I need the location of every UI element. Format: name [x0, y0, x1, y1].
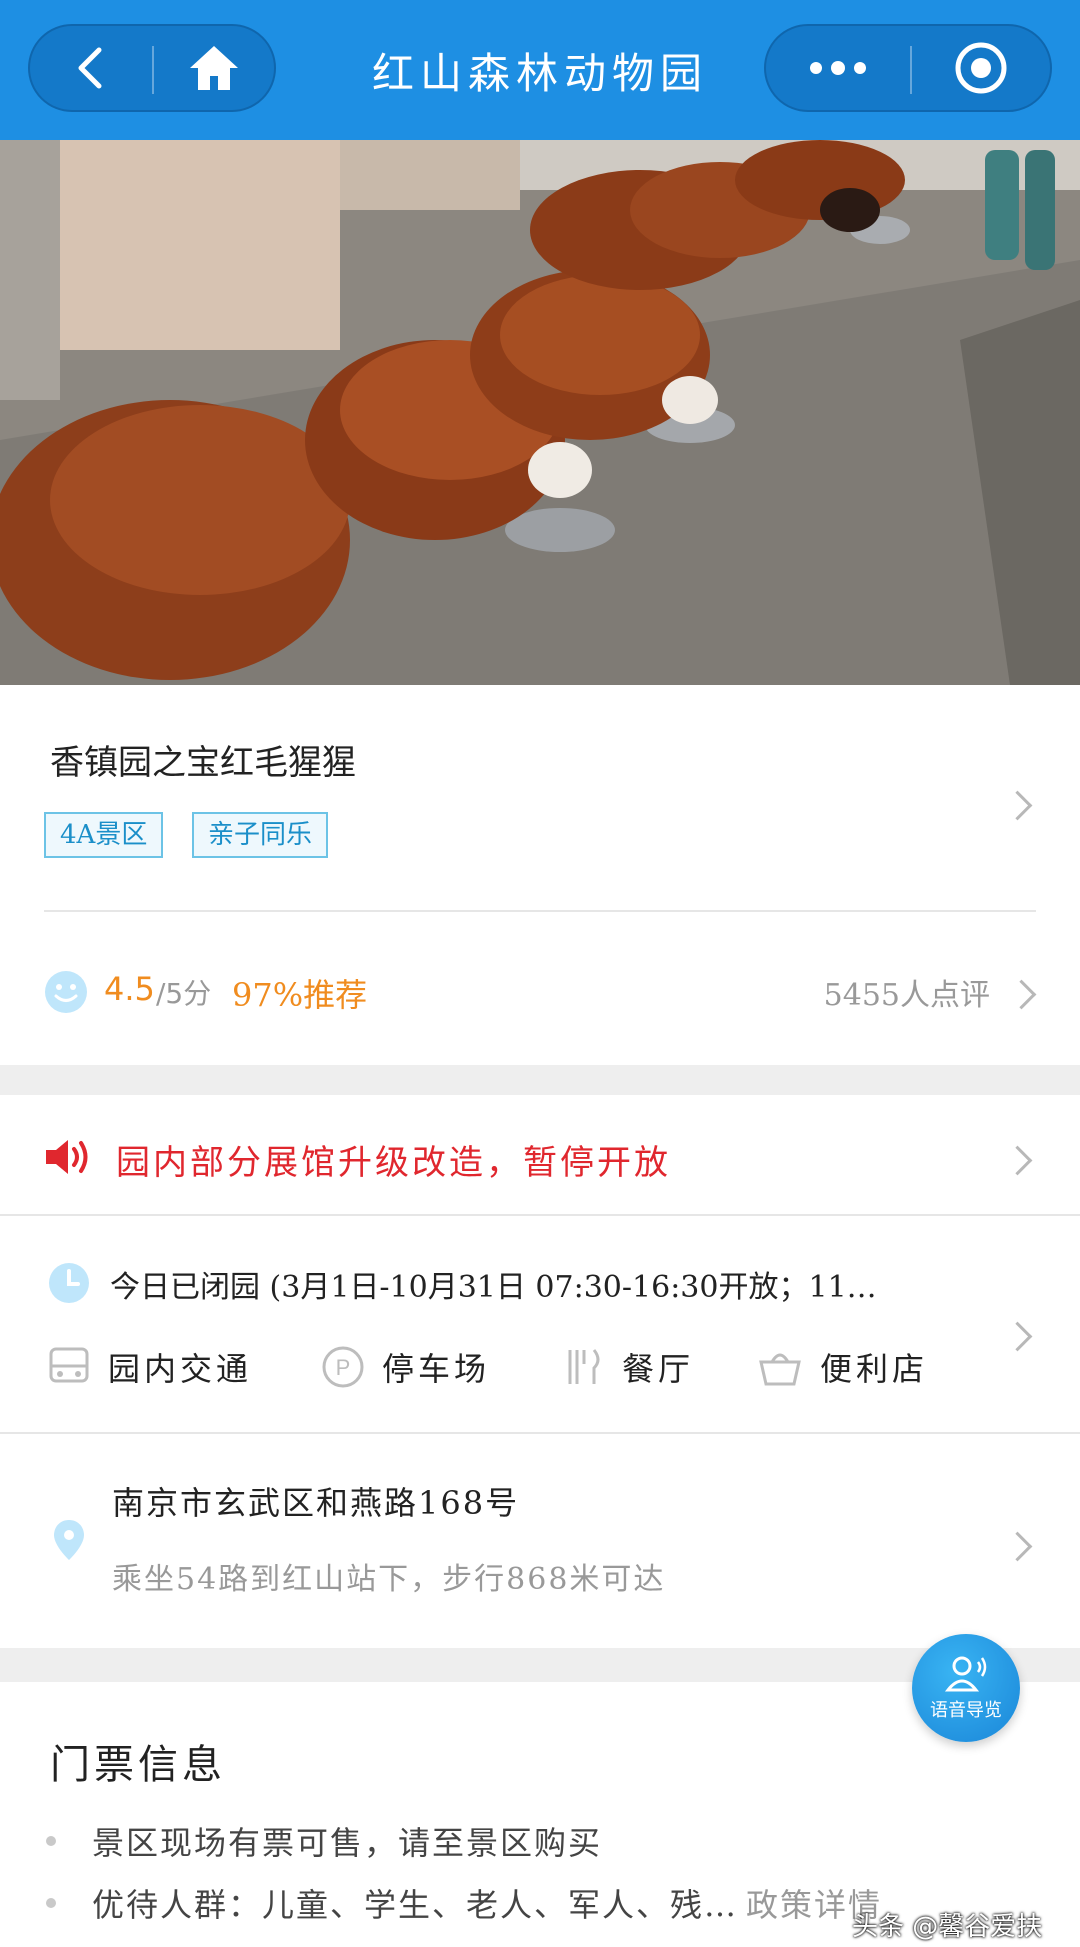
voice-person-icon [944, 1656, 987, 1692]
facility-label: 园内交通 [108, 1350, 253, 1388]
smiley-icon [45, 971, 87, 1013]
section-gap [0, 1065, 1080, 1095]
opening-hours: 今日已闭园 (3月1日-10月31日 07:30-16:30开放；11… [110, 1270, 877, 1305]
address-text: 南京市玄武区和燕路168号 [112, 1484, 520, 1522]
hours-facilities-row[interactable] [0, 1216, 1080, 1432]
speaker-icon [46, 1140, 88, 1174]
watermark-text: 头条 @馨谷爱扶 [852, 1912, 1043, 1942]
nav-capsule-right [764, 24, 1052, 112]
directions-text: 乘坐54路到红山站下，步行868米可达 [112, 1562, 666, 1597]
parking-icon: P [322, 1346, 364, 1388]
svg-text:P: P [336, 1355, 351, 1380]
target-close-icon [955, 42, 1007, 94]
notice-text: 园内部分展馆升级改造，暂停开放 [116, 1143, 671, 1183]
chevron-right-icon[interactable] [1002, 790, 1033, 821]
rating-row[interactable]: 4.5 /5分 97%推荐 5455人点评 [44, 962, 1044, 1022]
home-icon [190, 46, 238, 90]
home-button[interactable] [154, 26, 274, 110]
rating-suffix: /5分 [156, 977, 212, 1010]
tag-4a-scenic: 4A景区 [44, 812, 164, 858]
list-item: 景区现场有票可售，请至景区购买 [46, 1818, 602, 1864]
voice-guide-label: 语音导览 [930, 1700, 1002, 1721]
review-count: 5455人点评 [823, 978, 990, 1013]
chevron-right-icon [1006, 979, 1037, 1010]
ticket-section-title: 门票信息 [50, 1742, 226, 1788]
page-title: 红山森林动物园 [371, 48, 708, 98]
hero-image[interactable] [0, 140, 1080, 685]
location-pin-icon [54, 1520, 84, 1560]
tag-family-fun: 亲子同乐 [192, 812, 329, 858]
rating-score: 4.5 [104, 970, 155, 1008]
facility-parking[interactable]: P 停车场 [322, 1340, 490, 1394]
facility-label: 餐厅 [622, 1350, 695, 1388]
divider [44, 910, 1036, 912]
attraction-subtitle: 香镇园之宝红毛猩猩 [50, 743, 356, 783]
chevron-right-icon [1002, 1531, 1033, 1562]
back-arrow-icon [78, 47, 102, 89]
nav-capsule-left [28, 24, 276, 112]
more-dots-icon [810, 61, 866, 75]
chevron-right-icon [1002, 1145, 1033, 1176]
facility-label: 便利店 [820, 1350, 929, 1388]
facility-transport[interactable]: 园内交通 [48, 1340, 252, 1394]
restaurant-icon [568, 1349, 600, 1384]
bus-icon [49, 1347, 89, 1383]
nav-bar: 红山森林动物园 [0, 0, 1080, 140]
facility-restaurant[interactable]: 餐厅 [562, 1340, 694, 1394]
red-panda-photo [0, 140, 1080, 685]
voice-guide-button[interactable]: 语音导览 [912, 1634, 1020, 1742]
divider [0, 1432, 1080, 1434]
clock-icon [49, 1263, 89, 1303]
facility-label: 停车场 [382, 1350, 491, 1388]
notice-row[interactable]: 园内部分展馆升级改造，暂停开放 [0, 1095, 1080, 1215]
back-button[interactable] [30, 26, 152, 110]
shop-basket-icon [759, 1353, 801, 1386]
more-button[interactable] [766, 26, 910, 110]
list-item: 优待人群：儿童、学生、老人、军人、残… 政策详情 [46, 1880, 882, 1926]
address-row[interactable] [0, 1436, 1080, 1646]
chevron-right-icon [1002, 1321, 1033, 1352]
recommend-rate: 97%推荐 [232, 976, 368, 1014]
facility-shop[interactable]: 便利店 [758, 1340, 928, 1394]
close-miniapp-button[interactable] [912, 26, 1050, 110]
